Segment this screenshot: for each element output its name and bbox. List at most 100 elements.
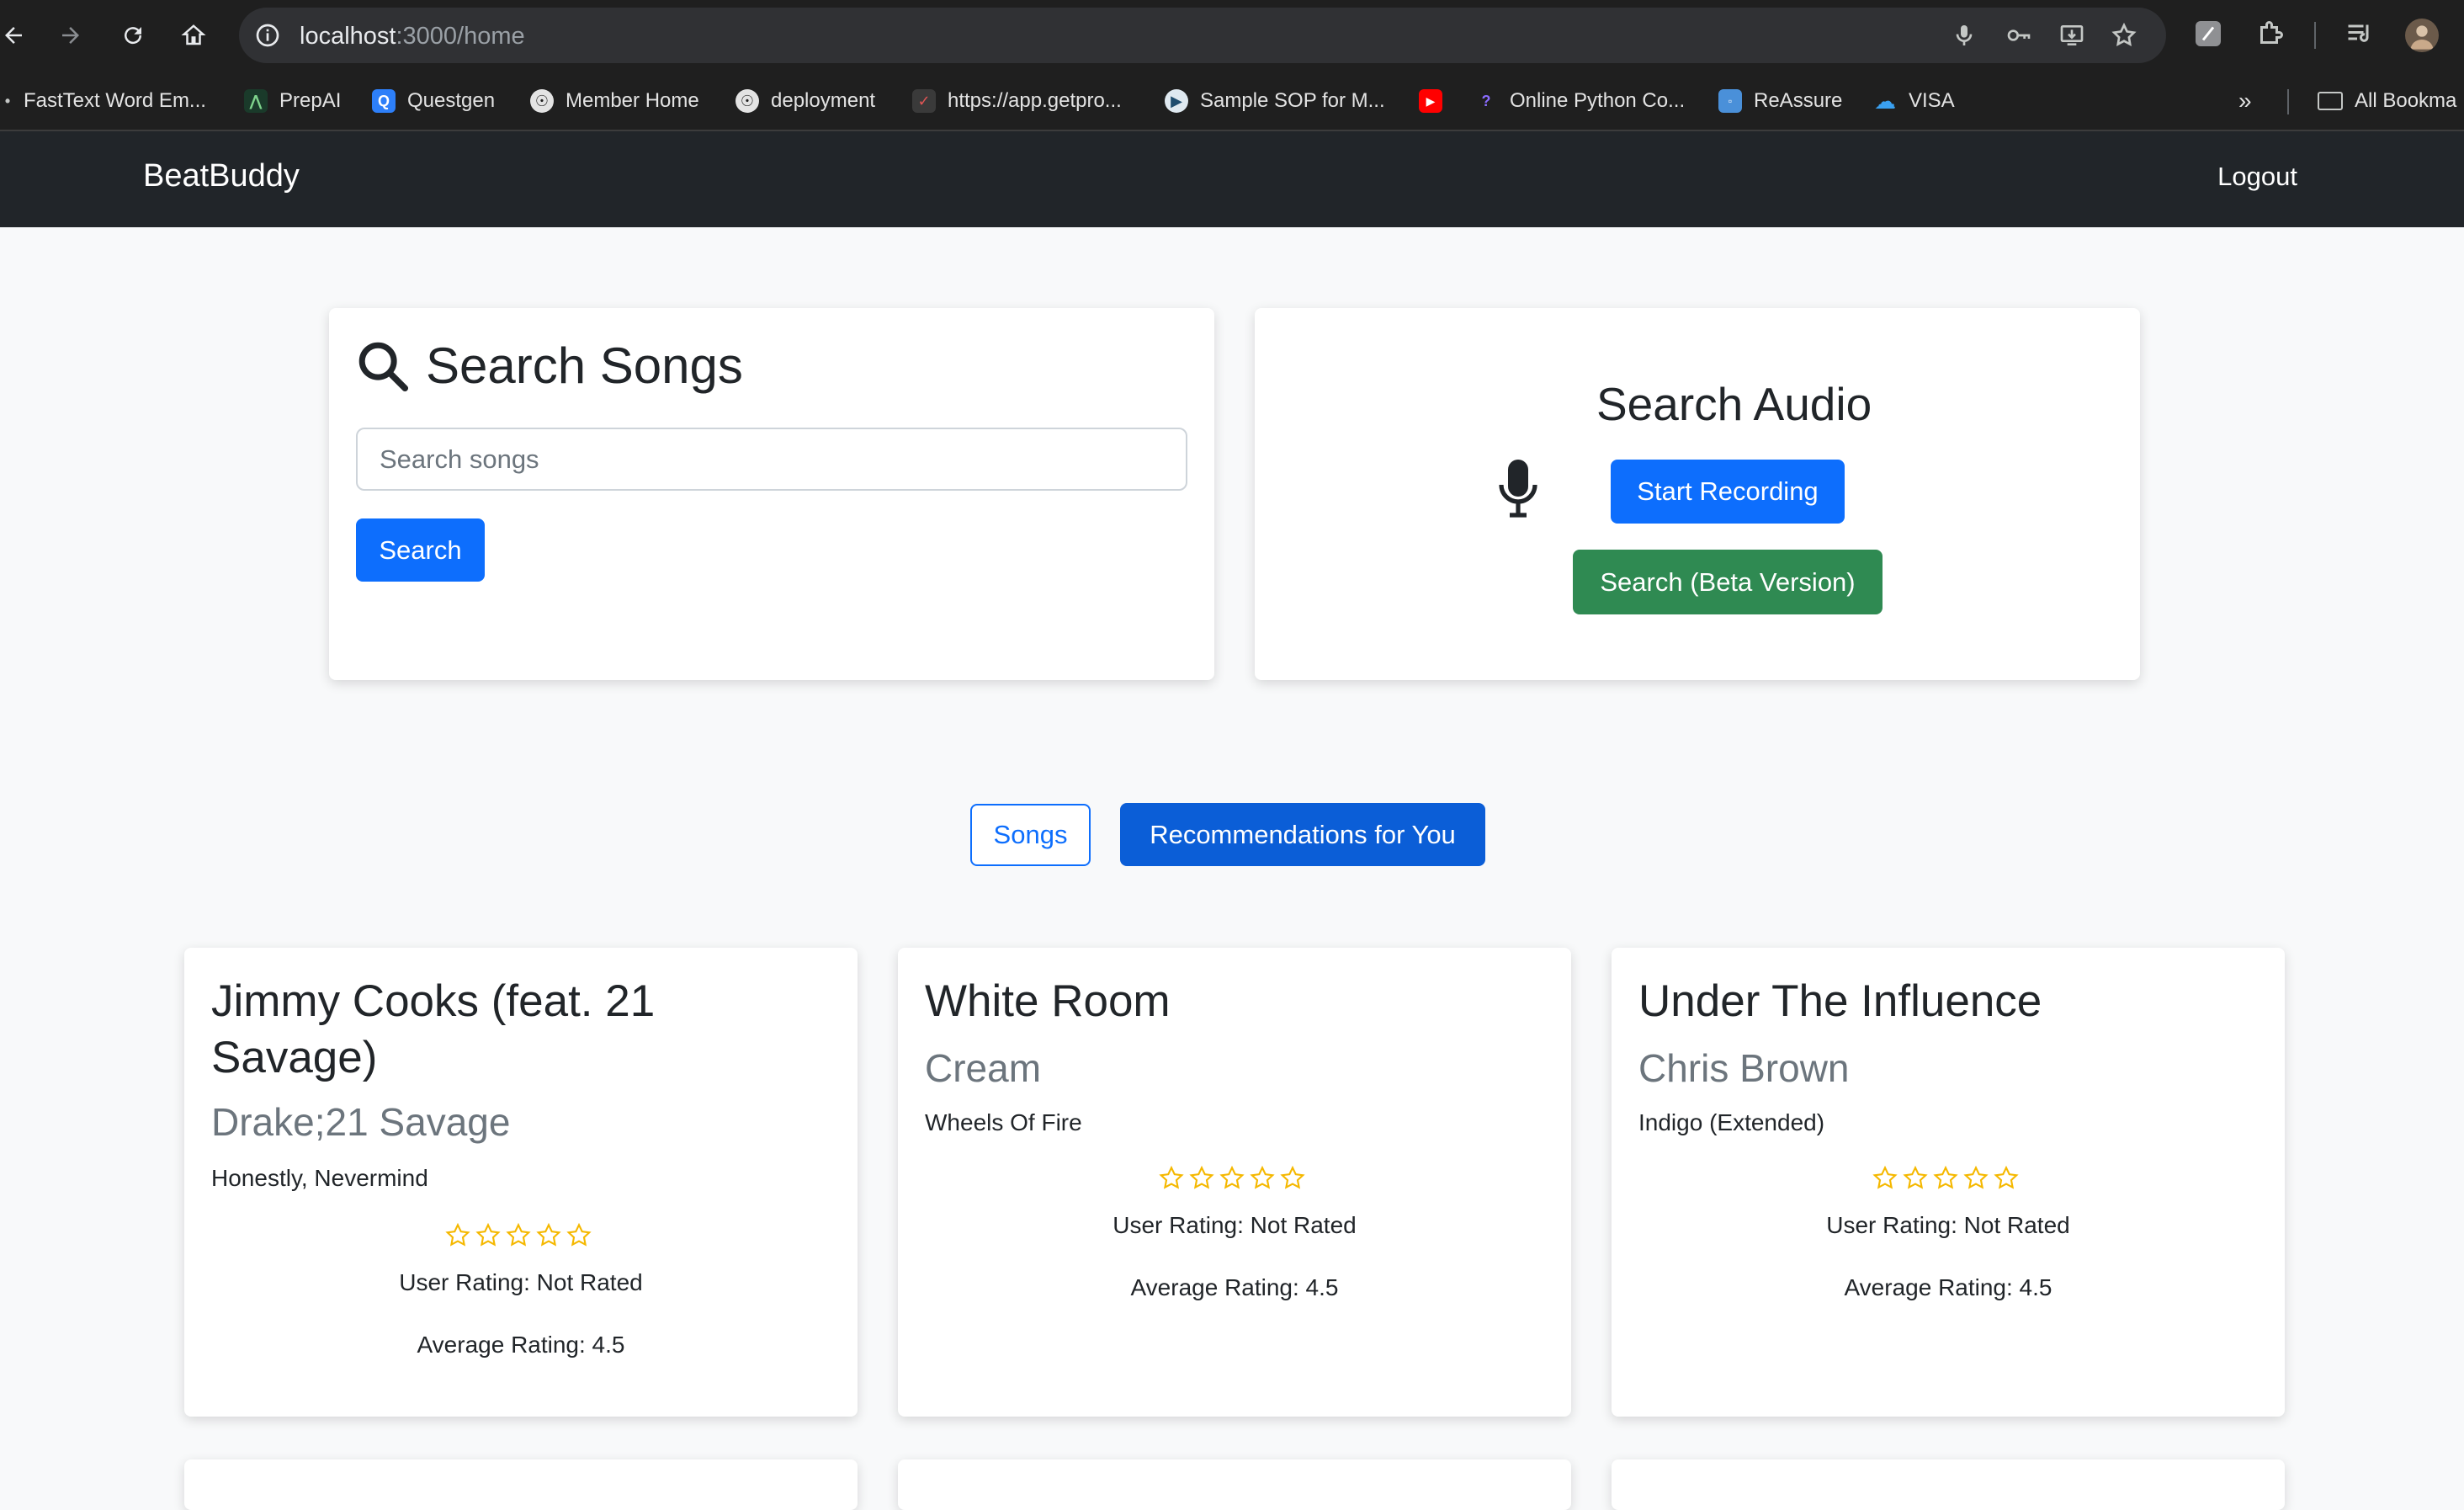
- tab-recommendations[interactable]: Recommendations for You: [1120, 803, 1485, 866]
- bookmark-item[interactable]: ? Online Python Co...: [1474, 71, 1686, 131]
- song-artist: Drake;21 Savage: [211, 1100, 511, 1144]
- bookmarks-divider: [2287, 89, 2289, 114]
- microphone-icon[interactable]: [1496, 458, 1540, 518]
- search-button[interactable]: Search: [356, 518, 485, 582]
- address-bar[interactable]: localhost:3000/home: [239, 8, 2166, 63]
- bookmark-item[interactable]: • FastText Word Em...: [2, 71, 206, 131]
- bookmark-item[interactable]: ⋀ PrepAI: [244, 71, 341, 131]
- bookmark-item[interactable]: ▶ Sample SOP for M...: [1165, 71, 1385, 131]
- bookmarks-bar: • FastText Word Em... ⋀ PrepAI Q Questge…: [0, 71, 2464, 131]
- bookmark-label: FastText Word Em...: [24, 89, 206, 112]
- average-rating: Average Rating: 4.5: [417, 1332, 625, 1358]
- url-host: localhost: [300, 23, 396, 50]
- star-icon[interactable]: [1932, 1165, 1959, 1192]
- extensions-puzzle-icon[interactable]: [2255, 19, 2289, 52]
- song-album: Wheels Of Fire: [925, 1109, 1082, 1135]
- forward-icon[interactable]: [52, 17, 89, 54]
- star-icon[interactable]: [1219, 1165, 1245, 1192]
- bookmark-star-icon[interactable]: [2111, 22, 2137, 49]
- app-navbar: BeatBuddy Logout: [0, 131, 2464, 227]
- song-title-line: Jimmy Cooks (feat. 21: [211, 976, 656, 1026]
- user-rating: User Rating: Not Rated: [1113, 1212, 1357, 1238]
- bookmark-item[interactable]: ☉ deployment: [735, 71, 875, 131]
- start-recording-button[interactable]: Start Recording: [1611, 460, 1845, 524]
- reload-icon[interactable]: [114, 17, 151, 54]
- bookmark-label: Member Home: [566, 89, 699, 112]
- more-bookmarks-icon[interactable]: »: [2238, 71, 2252, 131]
- back-icon[interactable]: [0, 17, 32, 54]
- url-text: localhost:3000/home: [300, 23, 525, 51]
- url-path: :3000/home: [396, 23, 525, 50]
- song-artist: Cream: [925, 1046, 1042, 1090]
- song-title: White Room: [925, 973, 1171, 1029]
- browser-toolbar: localhost:3000/home: [0, 0, 2464, 71]
- song-card[interactable]: Jimmy Cooks (feat. 21 Savage) Drake;21 S…: [184, 948, 858, 1417]
- star-rating[interactable]: [444, 1222, 592, 1249]
- bookmark-item[interactable]: ▫ ReAssure: [1718, 71, 1842, 131]
- bookmark-label: Sample SOP for M...: [1200, 89, 1385, 112]
- star-icon[interactable]: [1249, 1165, 1276, 1192]
- folder-icon: [2318, 92, 2343, 110]
- logout-link[interactable]: Logout: [2217, 162, 2297, 192]
- install-app-icon[interactable]: [2058, 22, 2085, 49]
- check-icon: ✓: [912, 89, 936, 113]
- profile-avatar[interactable]: [2405, 19, 2439, 52]
- bookmark-item[interactable]: ▶: [1419, 71, 1454, 131]
- password-key-icon[interactable]: [2005, 22, 2031, 49]
- star-icon[interactable]: [1872, 1165, 1898, 1192]
- bookmark-item[interactable]: ☉ Member Home: [530, 71, 699, 131]
- song-card[interactable]: [898, 1459, 1571, 1510]
- all-bookmarks-folder[interactable]: All Bookma: [2318, 71, 2456, 131]
- bookmark-item[interactable]: ✓ https://app.getpro...: [912, 71, 1122, 131]
- song-album: Honestly, Nevermind: [211, 1165, 428, 1191]
- user-rating: User Rating: Not Rated: [1826, 1212, 2070, 1238]
- reading-list-icon[interactable]: [2345, 19, 2378, 52]
- globe-icon: ☉: [735, 89, 759, 113]
- song-card[interactable]: [184, 1459, 858, 1510]
- song-card[interactable]: Under The Influence Chris Brown Indigo (…: [1612, 948, 2285, 1417]
- song-title-line: White Room: [925, 976, 1171, 1026]
- search-input[interactable]: Search songs: [356, 428, 1187, 491]
- star-icon[interactable]: [1902, 1165, 1929, 1192]
- song-artist: Chris Brown: [1638, 1046, 1850, 1090]
- star-rating[interactable]: [1158, 1165, 1306, 1192]
- search-beta-button[interactable]: Search (Beta Version): [1573, 550, 1883, 614]
- bookmark-label: ReAssure: [1754, 89, 1843, 112]
- song-card[interactable]: [1612, 1459, 2285, 1510]
- song-title: Jimmy Cooks (feat. 21 Savage): [211, 973, 655, 1086]
- star-icon[interactable]: [444, 1222, 471, 1249]
- tab-songs[interactable]: Songs: [970, 804, 1091, 866]
- song-card[interactable]: White Room Cream Wheels Of Fire User Rat…: [898, 948, 1571, 1417]
- bookmark-item[interactable]: Q Questgen: [372, 71, 495, 131]
- bookmark-label: PrepAI: [279, 89, 342, 112]
- search-audio-title: Search Audio: [1596, 378, 1872, 430]
- average-rating: Average Rating: 4.5: [1130, 1274, 1339, 1300]
- python-icon: ?: [1481, 92, 1491, 109]
- star-icon[interactable]: [1962, 1165, 1989, 1192]
- star-icon[interactable]: [505, 1222, 532, 1249]
- user-rating: User Rating: Not Rated: [399, 1269, 643, 1295]
- bookmark-label: Online Python Co...: [1510, 89, 1686, 112]
- bookmark-label: VISA: [1909, 89, 1955, 112]
- star-icon[interactable]: [475, 1222, 502, 1249]
- site-info-icon[interactable]: [254, 22, 281, 49]
- star-icon[interactable]: [535, 1222, 562, 1249]
- star-icon[interactable]: [1158, 1165, 1185, 1192]
- bookmark-item[interactable]: ☁ VISA: [1873, 71, 1955, 131]
- extension-app-icon[interactable]: [2193, 19, 2227, 52]
- search-songs-title: Search Songs: [426, 338, 743, 394]
- star-icon[interactable]: [1993, 1165, 2020, 1192]
- song-title-line: Under The Influence: [1638, 976, 2042, 1026]
- reassure-icon: ▫: [1718, 89, 1742, 113]
- questgen-icon: Q: [372, 89, 396, 113]
- microphone-icon[interactable]: [1951, 22, 1978, 49]
- star-rating[interactable]: [1872, 1165, 2020, 1192]
- home-icon[interactable]: [175, 17, 212, 54]
- cloud-icon: ☁: [1874, 88, 1896, 114]
- average-rating: Average Rating: 4.5: [1844, 1274, 2052, 1300]
- star-icon[interactable]: [1188, 1165, 1215, 1192]
- brand-logo[interactable]: BeatBuddy: [143, 158, 300, 194]
- search-icon: [353, 337, 412, 396]
- star-icon[interactable]: [1279, 1165, 1306, 1192]
- star-icon[interactable]: [566, 1222, 592, 1249]
